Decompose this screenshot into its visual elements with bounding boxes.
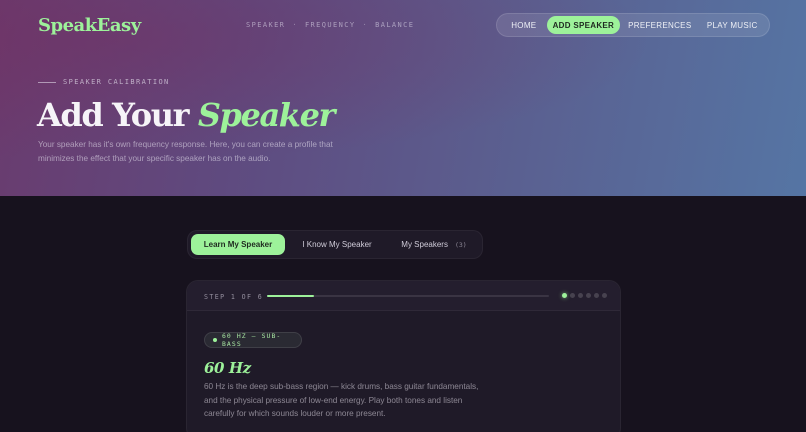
step-dot [562,293,567,298]
title-plain: Add Your [37,96,189,134]
main-nav: HOME ADD SPEAKER PREFERENCES PLAY MUSIC [496,13,770,37]
crumb-frequency: FREQUENCY [304,21,356,29]
section-eyebrow: SPEAKER CALIBRATION [38,78,170,86]
nav-add-speaker[interactable]: ADD SPEAKER [546,16,621,34]
crumb-speaker: SPEAKER [246,21,286,29]
crumb-balance: BALANCE [375,21,415,29]
hero-banner: SpeakEasy SPEAKER · FREQUENCY · BALANCE … [0,0,806,196]
page-title: Add Your Speaker [37,96,336,134]
step-dot [594,293,599,298]
frequency-badge-label: 60 HZ — SUB-BASS [221,332,282,348]
step-progress-bar [267,294,549,297]
title-accent: Speaker [197,96,336,134]
tab-my-speakers[interactable]: My Speakers (3) [389,234,479,255]
frequency-title: 60 Hz [204,359,251,377]
hero-description: Your speaker has it's own frequency resp… [38,140,333,163]
eyebrow-label: SPEAKER CALIBRATION [63,78,170,86]
mode-tabs: Learn My Speaker I Know My Speaker My Sp… [187,230,483,259]
nav-home[interactable]: HOME [501,16,547,34]
nav-play-music[interactable]: PLAY MUSIC [700,16,766,34]
step-indicator: STEP 1 OF 6 [204,293,264,301]
crumb-separator: · [362,21,369,29]
breadcrumb: SPEAKER · FREQUENCY · BALANCE [246,21,414,29]
step-dots [562,293,607,298]
badge-dot-icon [213,338,217,342]
step-dot [570,293,575,298]
eyebrow-line [38,81,56,83]
step-dot [578,293,583,298]
step-dot [602,293,607,298]
tab-i-know-my-speaker[interactable]: I Know My Speaker [285,234,389,255]
nav-preferences[interactable]: PREFERENCES [620,16,699,34]
frequency-badge: 60 HZ — SUB-BASS [204,332,302,348]
step-dot [586,293,591,298]
frequency-description: 60 Hz is the deep sub-bass region — kick… [204,382,479,419]
speaker-count-badge: (3) [454,240,467,249]
tab-my-speakers-label: My Speakers [401,240,448,249]
tab-learn-my-speaker[interactable]: Learn My Speaker [191,234,285,255]
step-progress-fill [267,294,315,297]
calibration-card: STEP 1 OF 6 60 HZ — SUB-BASS 60 Hz 60 Hz… [186,280,621,432]
logo[interactable]: SpeakEasy [38,15,141,36]
crumb-separator: · [292,21,298,29]
card-header: STEP 1 OF 6 [187,281,620,311]
